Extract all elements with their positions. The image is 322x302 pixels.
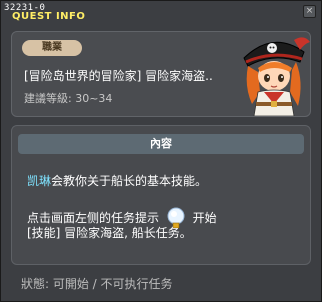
pirate-npc-portrait-icon	[243, 37, 310, 116]
content-line-3: [技能] 冒险家海盗, 船长任务。	[27, 226, 192, 240]
quest-info-window: 32231-0 QUEST INFO × 職業 [冒险岛世界的冒险家] 冒险家海…	[0, 0, 322, 302]
window-title: QUEST INFO	[12, 11, 86, 22]
quest-status: 狀態: 可開始 / 不可执行任务	[21, 277, 173, 291]
content-header: 內容	[18, 134, 304, 154]
close-icon[interactable]: ×	[303, 5, 316, 18]
recommended-level: 建議等級: 30~34	[24, 92, 113, 105]
content-line-2-text: 点击画面左侧的任务提示	[27, 211, 160, 225]
quest-content-panel: 內容 凯琳会教你关于船长的基本技能。 点击画面左侧的任务提示 开始 [技能] 冒…	[11, 125, 311, 265]
quest-summary-panel: 職業 [冒险岛世界的冒险家] 冒险家海盗.. 建議等級: 30~34	[11, 31, 311, 117]
quest-name: [冒险岛世界的冒险家] 冒险家海盗..	[24, 69, 213, 83]
content-line-1-text: 会教你关于船长的基本技能。	[51, 174, 208, 188]
content-line-1: 凯琳会教你关于船长的基本技能。	[27, 172, 207, 189]
job-badge: 職業	[22, 40, 82, 56]
npc-name-link[interactable]: 凯琳	[27, 174, 51, 188]
content-line-2-end: 开始	[192, 211, 217, 225]
